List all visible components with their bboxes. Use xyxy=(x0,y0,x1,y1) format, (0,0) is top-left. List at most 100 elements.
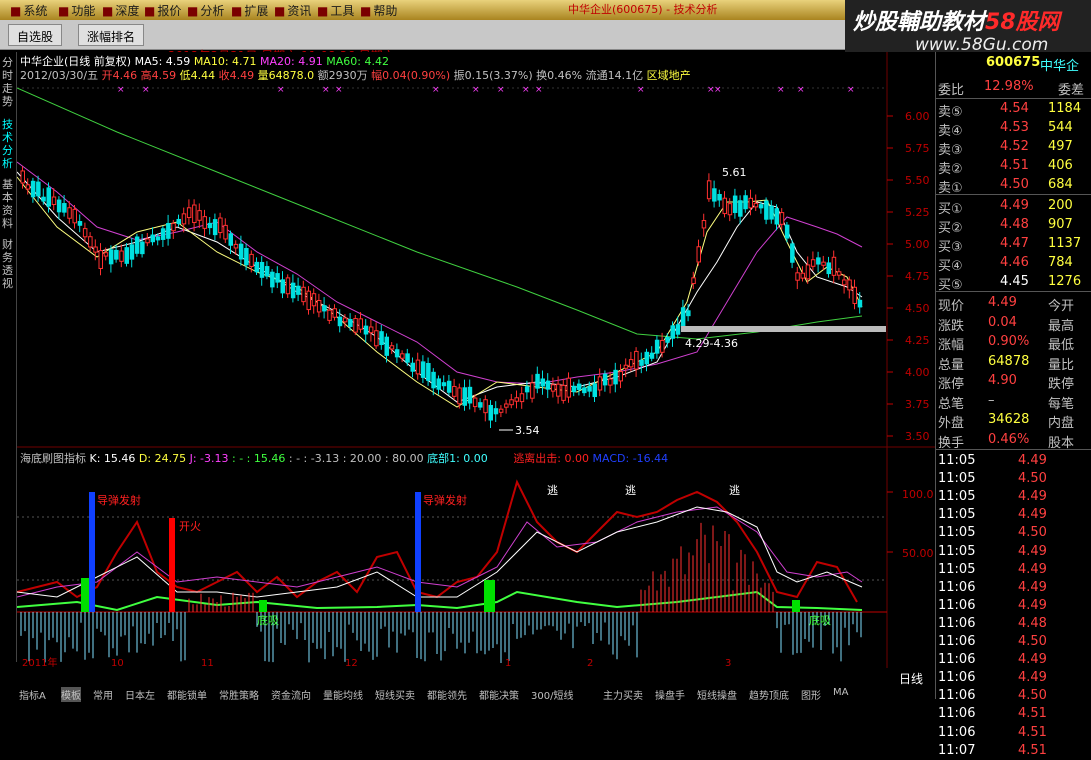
indicator-tab[interactable]: 日本左 xyxy=(125,687,155,702)
candle-body xyxy=(181,213,187,225)
tick-time: 11:06 xyxy=(938,724,976,740)
stat-label: 外盘 xyxy=(938,416,965,431)
candle-body xyxy=(202,216,207,229)
tick-row: 11:06 4.50 xyxy=(936,633,1091,651)
period-label[interactable]: 日线 xyxy=(899,670,923,687)
candle-body xyxy=(800,272,805,279)
tick-price: 4.50 xyxy=(1018,525,1047,541)
menu-function[interactable]: ■ 功能 xyxy=(58,2,95,19)
candle-body xyxy=(597,376,603,391)
candle-body xyxy=(140,241,145,255)
indicator-tab[interactable]: 资金流向 xyxy=(271,687,311,702)
candle-body xyxy=(348,319,353,327)
tick-row: 11:06 4.49 xyxy=(936,579,1091,597)
tab-fundamentals[interactable]: 基本资料 xyxy=(2,178,15,230)
candle-body xyxy=(743,195,748,210)
indicator-tab[interactable]: 图形 xyxy=(801,687,821,702)
tick-row: 11:05 4.50 xyxy=(936,524,1091,542)
candle-body xyxy=(826,262,831,275)
candle-body xyxy=(706,180,712,200)
signal-marker: × xyxy=(117,85,125,95)
candle-body xyxy=(249,253,254,267)
indicator-tab[interactable]: MA xyxy=(833,687,848,698)
indicator-tab[interactable]: 都能锁单 xyxy=(167,687,207,702)
candle-body xyxy=(576,383,582,390)
indicator-tab[interactable]: 主力买卖 xyxy=(603,687,643,702)
tick-time: 11:06 xyxy=(938,597,976,613)
ask-label: 卖⑤ xyxy=(938,105,963,120)
menu-label: 分析 xyxy=(200,4,225,18)
candle-body xyxy=(311,293,317,307)
candle-body xyxy=(197,210,202,221)
indicator-tab[interactable]: 都能领先 xyxy=(427,687,467,702)
menu-tools[interactable]: ■ 工具 xyxy=(317,2,354,19)
ask-row: 卖④ 4.53 544 xyxy=(936,119,1091,139)
indicator-tab[interactable]: 操盘手 xyxy=(655,687,685,702)
analysis-icon: ■ xyxy=(187,4,199,18)
menu-extend[interactable]: ■ 扩展 xyxy=(231,2,268,19)
tick-row: 11:05 4.50 xyxy=(936,470,1091,488)
candle-body xyxy=(82,228,88,238)
candle-body xyxy=(212,219,218,236)
candle-body xyxy=(753,202,759,208)
indicator-tab[interactable]: 模板 xyxy=(61,687,81,702)
launch-label-2: 导弹发射 xyxy=(423,493,467,507)
price-axis-label: 4.25 xyxy=(905,334,930,347)
bid-volume: 1276 xyxy=(1048,274,1082,289)
indicator-tab[interactable]: 都能决策 xyxy=(479,687,519,702)
candle-body xyxy=(446,380,452,393)
signal-marker: × xyxy=(797,85,805,95)
tick-price: 4.50 xyxy=(1018,688,1047,704)
candle-body xyxy=(441,382,447,387)
candle-body xyxy=(301,286,306,303)
tick-time: 11:06 xyxy=(938,688,976,704)
candle-body xyxy=(623,364,629,369)
candle-body xyxy=(665,336,670,343)
tab-financials[interactable]: 财务透视 xyxy=(2,238,15,290)
indicator-tab[interactable]: 趋势顶底 xyxy=(749,687,789,702)
price-axis-label: 5.75 xyxy=(905,142,930,155)
menu-analysis[interactable]: ■ 分析 xyxy=(187,2,224,19)
kline-chart[interactable]: 6.00 5.75 5.50 5.25 5.00 4.75 4.50 4.25 4.00 3.75… xyxy=(17,52,935,668)
candle-body xyxy=(571,385,577,393)
indicator-tab[interactable]: 短线操盘 xyxy=(697,687,737,702)
tick-row: 11:06 4.51 xyxy=(936,705,1091,723)
menu-news[interactable]: ■ 资讯 xyxy=(274,2,311,19)
candle-body xyxy=(171,222,176,232)
tab-technical[interactable]: 技术分析 xyxy=(2,118,15,170)
price-axis-label: 4.50 xyxy=(905,302,930,315)
menu-label: 工具 xyxy=(330,4,355,18)
candle-body xyxy=(244,247,249,266)
tick-time: 11:06 xyxy=(938,634,976,649)
ask-row: 卖① 4.50 684 xyxy=(936,176,1091,196)
candle-body xyxy=(701,220,707,229)
ask-volume: 684 xyxy=(1048,177,1073,192)
tick-time: 11:05 xyxy=(938,543,976,559)
bid-price: 4.49 xyxy=(1000,198,1029,213)
indicator-tab[interactable]: 量能均线 xyxy=(323,687,363,702)
tab-intraday[interactable]: 分时走势 xyxy=(2,56,15,108)
bottom-label-1: 底吸 xyxy=(257,613,279,627)
candle-body xyxy=(738,200,743,217)
menu-depth[interactable]: ■ 深度 xyxy=(102,2,139,19)
launch-label-1: 导弹发射 xyxy=(97,493,141,507)
tick-price: 4.50 xyxy=(1018,634,1047,649)
weicha-label: 委差 xyxy=(1058,83,1085,98)
price-axis-label: 3.75 xyxy=(905,398,930,411)
indicator-tab[interactable]: 常胜策略 xyxy=(219,687,259,702)
indicator-macd-value: MACD: -16.44 xyxy=(592,452,669,465)
menu-system[interactable]: ■ 系统 xyxy=(10,2,47,19)
bid-price: 4.47 xyxy=(1000,236,1029,251)
indicator-tab[interactable]: 短线买卖 xyxy=(375,687,415,702)
menu-help[interactable]: ■ 帮助 xyxy=(360,2,397,19)
candle-body xyxy=(457,387,462,405)
indicator-tab[interactable]: 常用 xyxy=(93,687,113,702)
indicator-tab[interactable]: 300/短线 xyxy=(531,687,573,702)
tick-price: 4.49 xyxy=(1018,507,1047,523)
tab-watchlist[interactable]: 自选股 xyxy=(8,24,63,46)
bid-label: 买④ xyxy=(938,259,963,274)
tab-gain-ranking[interactable]: 涨幅排名 xyxy=(78,24,145,46)
menu-quote[interactable]: ■ 报价 xyxy=(144,2,181,19)
indicator-tab[interactable]: 指标A xyxy=(19,687,46,702)
ask-row: 卖⑤ 4.54 1184 xyxy=(936,100,1091,120)
